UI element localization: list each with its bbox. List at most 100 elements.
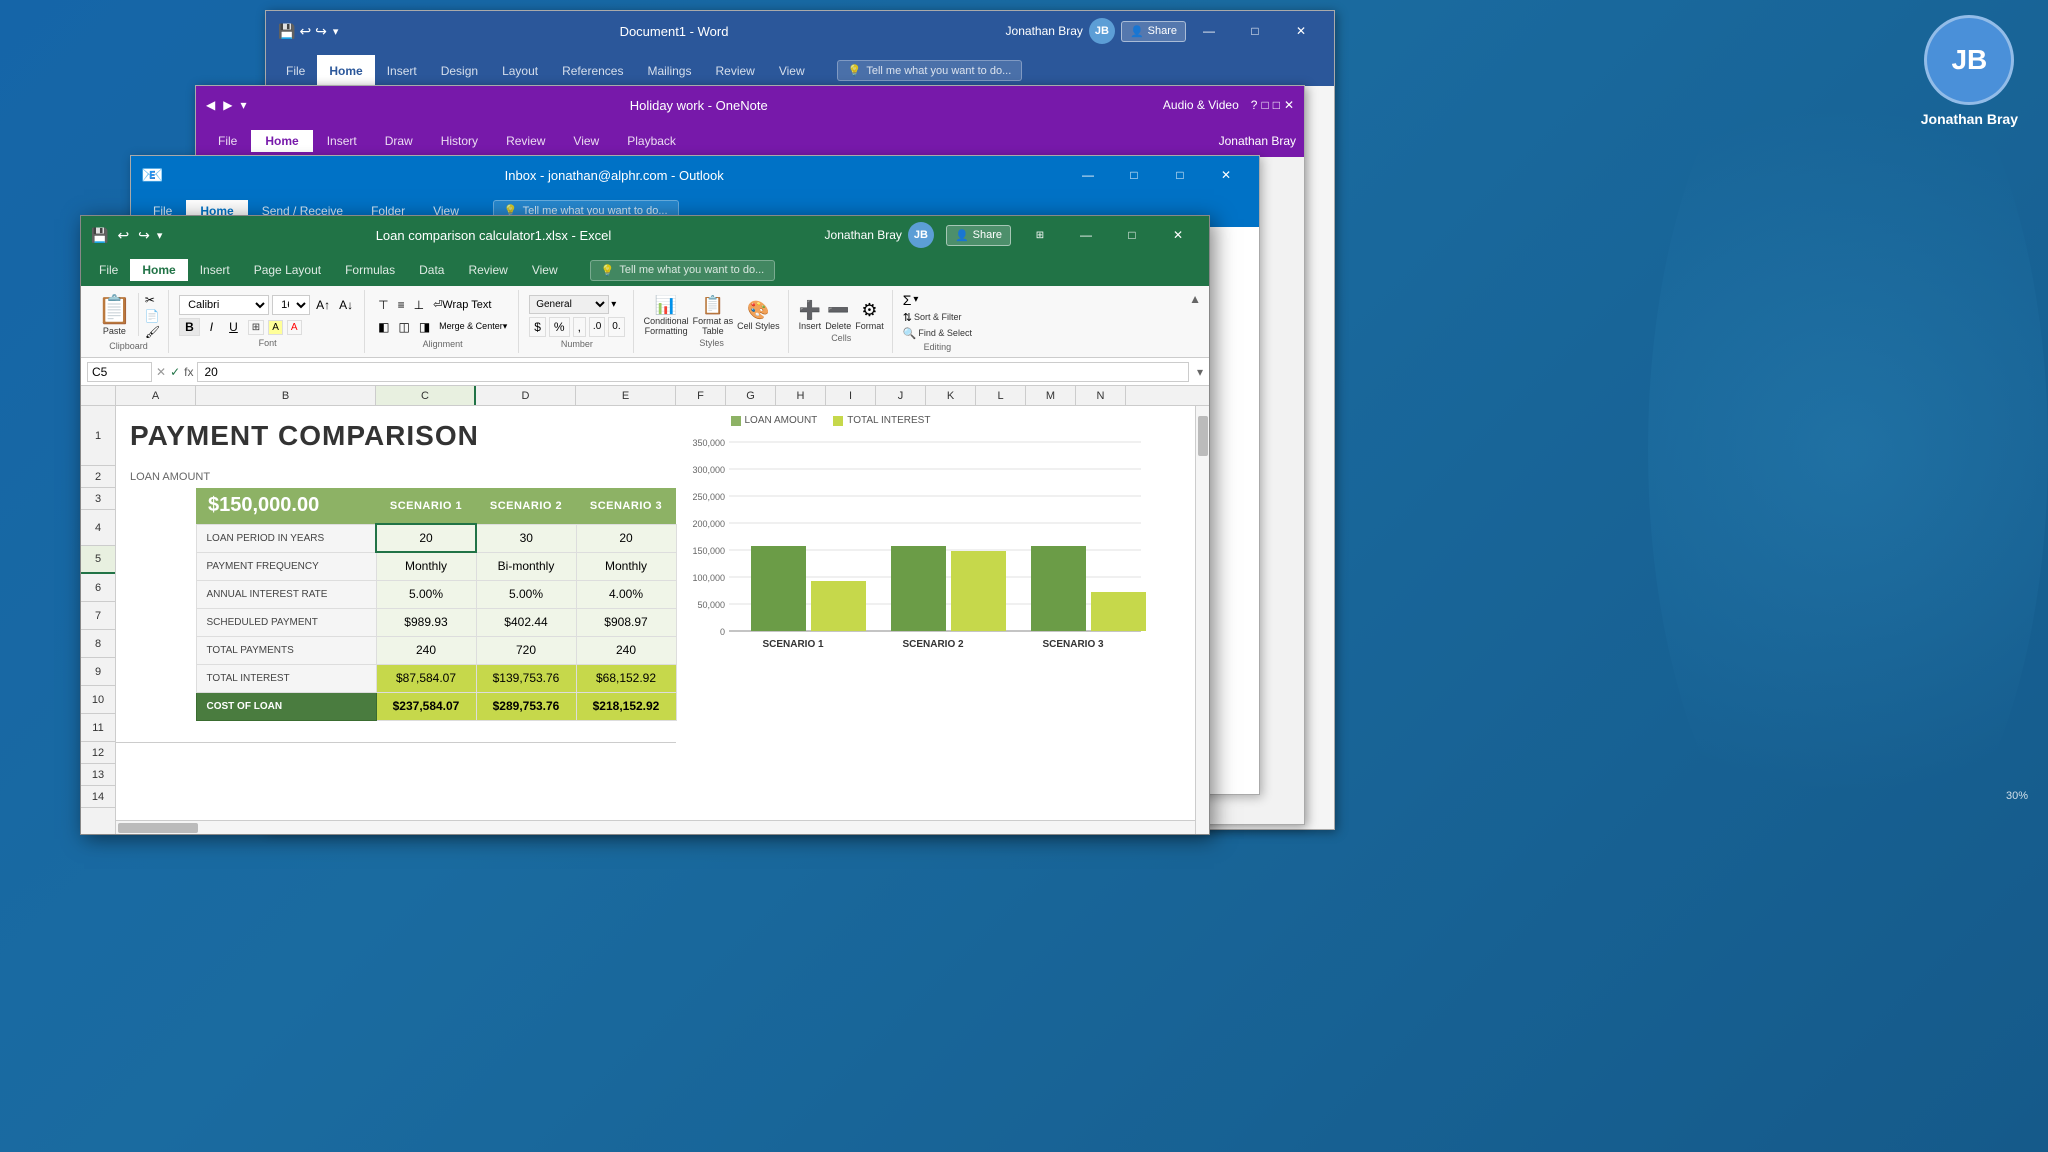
- insert-cells-button[interactable]: ➕ Insert: [799, 300, 822, 331]
- conditional-formatting-button[interactable]: 📊 ConditionalFormatting: [644, 295, 689, 336]
- cell-total-payments-s2[interactable]: 720: [476, 636, 576, 664]
- cell-loan-amount-value[interactable]: $150,000.00: [196, 488, 376, 524]
- excel-maximize-button[interactable]: □: [1109, 215, 1155, 255]
- row-header-8[interactable]: 8: [81, 630, 115, 658]
- wrap-text-button[interactable]: ⏎Wrap Text: [430, 295, 494, 315]
- word-qat-dropdown[interactable]: ▾: [329, 25, 343, 38]
- merge-center-button[interactable]: Merge & Center▾: [436, 317, 510, 337]
- col-header-g[interactable]: G: [726, 386, 776, 405]
- col-header-c[interactable]: C: [376, 386, 476, 405]
- col-header-b[interactable]: B: [196, 386, 376, 405]
- formula-cancel-icon[interactable]: ✕: [156, 365, 166, 379]
- formula-expand-icon[interactable]: ▾: [1197, 365, 1203, 379]
- word-share-button[interactable]: 👤 Share: [1121, 21, 1186, 42]
- cell-total-interest-s2[interactable]: $139,753.76: [476, 664, 576, 692]
- cell-annual-rate-s3[interactable]: 4.00%: [576, 580, 676, 608]
- col-header-m[interactable]: M: [1026, 386, 1076, 405]
- format-as-table-button[interactable]: 📋 Format asTable: [693, 295, 734, 336]
- cell-total-interest-label[interactable]: TOTAL INTEREST: [196, 664, 376, 692]
- word-tab-review[interactable]: Review: [703, 55, 766, 86]
- paste-button[interactable]: 📋 Paste: [97, 293, 139, 337]
- cell-scheduled-payment-s3[interactable]: $908.97: [576, 608, 676, 636]
- excel-tab-data[interactable]: Data: [407, 259, 456, 281]
- word-save-icon[interactable]: 💾: [276, 21, 297, 42]
- excel-tab-insert[interactable]: Insert: [188, 259, 242, 281]
- decrease-decimal-button[interactable]: 0.: [608, 317, 624, 337]
- h-scrollbar-thumb[interactable]: [118, 823, 198, 833]
- excel-redo-icon[interactable]: ↪: [136, 225, 152, 246]
- col-header-e[interactable]: E: [576, 386, 676, 405]
- cell-payment-freq-s3[interactable]: Monthly: [576, 552, 676, 580]
- word-tab-layout[interactable]: Layout: [490, 55, 550, 86]
- row-header-6[interactable]: 6: [81, 574, 115, 602]
- cell-title[interactable]: PAYMENT COMPARISON: [116, 406, 676, 466]
- cell-payment-freq-label[interactable]: PAYMENT FREQUENCY: [196, 552, 376, 580]
- word-minimize-button[interactable]: —: [1186, 11, 1232, 51]
- sum-dropdown[interactable]: ▾: [913, 294, 918, 305]
- onenote-back-icon[interactable]: ◀: [206, 98, 215, 112]
- align-left-button[interactable]: ◧: [375, 317, 392, 337]
- bold-button[interactable]: B: [179, 318, 200, 336]
- cell-r4-a[interactable]: [116, 524, 196, 552]
- excel-tab-page-layout[interactable]: Page Layout: [242, 259, 333, 281]
- excel-save-icon[interactable]: 💾: [89, 225, 110, 246]
- cell-cost-of-loan-s1[interactable]: $237,584.07: [376, 692, 476, 720]
- excel-ribbon-toggle[interactable]: ⊞: [1017, 215, 1063, 255]
- formula-confirm-icon[interactable]: ✓: [170, 365, 180, 379]
- number-expand-icon[interactable]: ▾: [611, 299, 616, 310]
- word-redo-icon[interactable]: ↪: [313, 21, 329, 42]
- align-center-button[interactable]: ◫: [395, 317, 412, 337]
- col-header-n[interactable]: N: [1076, 386, 1126, 405]
- onenote-tab-insert[interactable]: Insert: [313, 130, 371, 152]
- row-header-13[interactable]: 13: [81, 764, 115, 786]
- formula-input[interactable]: [197, 362, 1189, 382]
- find-select-button[interactable]: 🔍 Find & Select: [903, 327, 972, 340]
- vertical-scrollbar[interactable]: [1195, 406, 1209, 834]
- cell-scenario2-header[interactable]: SCENARIO 2: [476, 488, 576, 524]
- col-header-a[interactable]: A: [116, 386, 196, 405]
- delete-cells-button[interactable]: ➖ Delete: [825, 300, 851, 331]
- cell-loan-period-s2[interactable]: 30: [476, 524, 576, 552]
- word-maximize-button[interactable]: □: [1232, 11, 1278, 51]
- row-header-14[interactable]: 14: [81, 786, 115, 808]
- align-right-button[interactable]: ◨: [416, 317, 433, 337]
- cell-payment-freq-s2[interactable]: Bi-monthly: [476, 552, 576, 580]
- cell-annual-rate-s2[interactable]: 5.00%: [476, 580, 576, 608]
- word-tab-file[interactable]: File: [274, 55, 317, 86]
- col-header-i[interactable]: I: [826, 386, 876, 405]
- format-painter-button[interactable]: 🖌: [145, 325, 160, 339]
- excel-tab-file[interactable]: File: [87, 259, 130, 281]
- excel-tab-view[interactable]: View: [520, 259, 570, 281]
- cell-payment-freq-s1[interactable]: Monthly: [376, 552, 476, 580]
- row-header-4[interactable]: 4: [81, 510, 115, 546]
- word-tab-design[interactable]: Design: [429, 55, 490, 86]
- onenote-tab-draw[interactable]: Draw: [371, 130, 427, 152]
- cell-r8-a[interactable]: [116, 636, 196, 664]
- word-tell-me-box[interactable]: 💡 Tell me what you want to do...: [837, 60, 1023, 81]
- italic-button[interactable]: I: [204, 318, 219, 336]
- fill-color-button[interactable]: A: [268, 320, 283, 335]
- font-family-selector[interactable]: Calibri: [179, 295, 269, 315]
- outlook-minimize-button[interactable]: —: [1065, 155, 1111, 195]
- col-header-f[interactable]: F: [676, 386, 726, 405]
- onenote-tab-home[interactable]: Home: [251, 130, 312, 152]
- copy-button[interactable]: 📄: [145, 309, 160, 323]
- decrease-font-button[interactable]: A↓: [336, 297, 356, 313]
- word-tab-mailings[interactable]: Mailings: [635, 55, 703, 86]
- outlook-close-button[interactable]: ✕: [1203, 155, 1249, 195]
- row-header-3[interactable]: 3: [81, 488, 115, 510]
- align-bottom-button[interactable]: ⊥: [411, 295, 427, 315]
- excel-undo-icon[interactable]: ↩: [115, 225, 131, 246]
- onenote-close-icon[interactable]: ✕: [1284, 98, 1294, 112]
- onenote-tab-playback[interactable]: Playback: [613, 130, 690, 152]
- increase-decimal-button[interactable]: .0: [589, 317, 605, 337]
- font-size-selector[interactable]: 16: [272, 295, 310, 315]
- word-undo-icon[interactable]: ↩: [297, 21, 313, 42]
- row-header-2[interactable]: 2: [81, 466, 115, 488]
- cell-r10-a[interactable]: [116, 692, 196, 720]
- cell-cost-of-loan-label[interactable]: COST OF LOAN: [196, 692, 376, 720]
- increase-font-button[interactable]: A↑: [313, 297, 333, 313]
- cell-scenario1-header[interactable]: SCENARIO 1: [376, 488, 476, 524]
- word-close-button[interactable]: ✕: [1278, 11, 1324, 51]
- row-header-12[interactable]: 12: [81, 742, 115, 764]
